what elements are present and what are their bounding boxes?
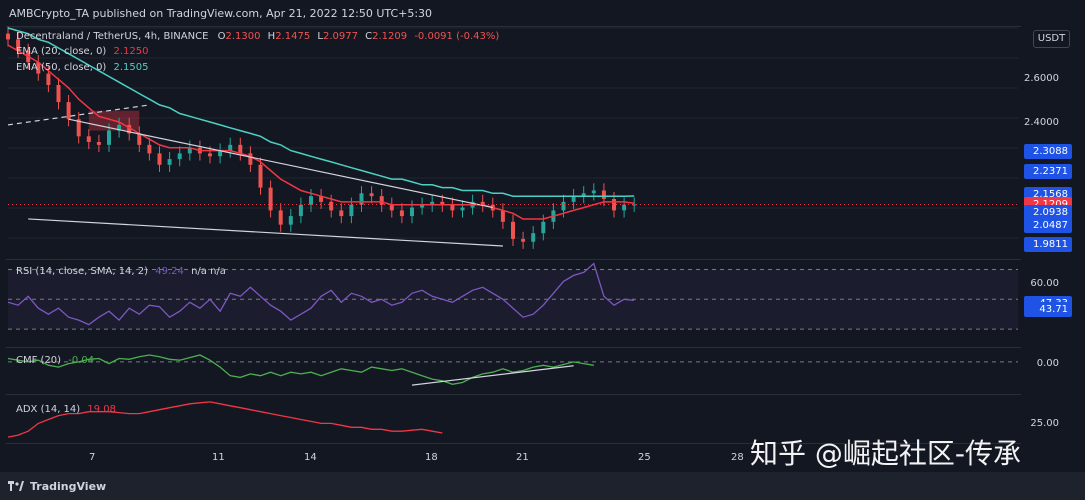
adx-legend: ADX (14, 14) 19.08 [16, 404, 116, 415]
candle-body [107, 130, 111, 145]
candle-body [6, 33, 10, 40]
candle-body [339, 210, 344, 217]
ema20-legend: EMA (20, close, 0) 2.1250 [16, 46, 149, 57]
candle-body [399, 210, 404, 217]
candle-body [248, 153, 253, 165]
ema50-value: 2.1505 [113, 62, 149, 73]
ema50-label: EMA (50, close, 0) [16, 62, 107, 73]
price-tick-2400: 2.4000 [1024, 117, 1059, 128]
price-pane [6, 26, 1018, 249]
candle-body [157, 153, 162, 165]
x-axis-label: 11 [212, 452, 225, 463]
candle-body [46, 73, 51, 85]
open-value: 2.1300 [225, 31, 261, 42]
candle-body [298, 204, 303, 217]
candle-body [450, 204, 455, 211]
candle-body [359, 193, 364, 205]
price-badge: 2.3088 [1024, 143, 1072, 159]
ema20-label: EMA (20, close, 0) [16, 46, 107, 57]
candle-body [288, 216, 293, 225]
brand-label: TradingView [30, 480, 107, 493]
candle-body [349, 204, 354, 217]
cmf-line [7, 354, 594, 385]
candle-body [561, 201, 566, 211]
cmf-tick-0: 0.00 [1036, 358, 1059, 369]
close-value: 2.1209 [372, 31, 408, 42]
chart-canvas[interactable] [0, 0, 1085, 500]
candle-body [601, 190, 606, 199]
x-axis-label: 21 [516, 452, 529, 463]
candle-body [147, 144, 152, 154]
cmf-legend: CMF (20) -0.04 [16, 355, 94, 366]
candle-body [208, 153, 212, 157]
cmf-pane [7, 354, 1018, 386]
candle-body [591, 190, 596, 194]
candle-body [137, 133, 142, 145]
cmf-value: -0.04 [68, 355, 95, 366]
candle-body [86, 136, 91, 142]
high-value: 2.1475 [275, 31, 311, 42]
rsi-value: 49.24 [155, 266, 184, 277]
candle-body [500, 210, 505, 222]
footer-bar: TradingView [0, 472, 1085, 500]
candle-body [460, 207, 465, 211]
symbol-label: Decentraland / TetherUS, 4h, BINANCE [16, 31, 209, 42]
x-axis-label: 14 [304, 452, 317, 463]
candle-body [96, 142, 101, 145]
tradingview-logo-icon [8, 481, 24, 491]
candle-body [268, 187, 273, 211]
x-axis-label: 25 [638, 452, 651, 463]
cmf-label: CMF (20) [16, 355, 62, 366]
adx-tick-25: 25.00 [1030, 418, 1059, 429]
price-trendline [68, 118, 493, 209]
candle-body [258, 164, 263, 188]
tradingview-brand[interactable]: TradingView [8, 480, 106, 493]
candle-body [56, 85, 61, 103]
candle-body [511, 221, 515, 239]
rsi-legend: RSI (14, close, SMA, 14, 2) 49.24 n/a n/… [16, 266, 226, 277]
rsi-extra: n/a n/a [191, 266, 226, 277]
change-value: -0.0091 (-0.43%) [414, 31, 500, 42]
rsi-tick-60: 60.00 [1030, 278, 1059, 289]
candle-body [369, 193, 374, 197]
x-axis-label: 18 [425, 452, 438, 463]
adx-value: 19.08 [87, 404, 117, 415]
candle-body [238, 144, 243, 154]
symbol-legend: Decentraland / TetherUS, 4h, BINANCE O2.… [16, 31, 499, 42]
watermark-text: 知乎 @崛起社区-传承 [750, 437, 1022, 470]
ema50-legend: EMA (50, close, 0) 2.1505 [16, 62, 149, 73]
ema20-value: 2.1250 [113, 46, 149, 57]
low-value: 2.0977 [322, 31, 358, 42]
candle-body [177, 153, 182, 160]
candle-body [228, 144, 233, 151]
adx-label: ADX (14, 14) [16, 404, 81, 415]
candle-body [541, 221, 546, 234]
candle-body [379, 196, 384, 205]
currency-button[interactable]: USDT [1033, 30, 1070, 48]
candle-body [571, 196, 576, 202]
price-tick-2600: 2.6000 [1024, 73, 1059, 84]
candle-body [167, 159, 172, 165]
chart-root: AMBCrypto_TA published on TradingView.co… [0, 0, 1085, 500]
candle-body [309, 196, 313, 205]
candle-body [622, 204, 627, 211]
price-badge: 2.0487 [1024, 218, 1072, 234]
rsi-label: RSI (14, close, SMA, 14, 2) [16, 266, 149, 277]
candle-body [389, 204, 394, 211]
x-axis-label: 7 [89, 452, 96, 463]
price-badge: 1.9811 [1024, 237, 1072, 253]
candle-body [329, 201, 334, 211]
price-badge: 2.2371 [1024, 164, 1072, 180]
x-axis-label: 28 [731, 452, 744, 463]
candle-body [531, 233, 536, 242]
candle-body [66, 102, 71, 120]
candle-body [410, 207, 414, 217]
rsi-badge: 43.71 [1024, 301, 1072, 317]
cmf-trendline [411, 365, 574, 386]
candle-body [521, 238, 526, 242]
price-trendline [28, 218, 503, 247]
candle-body [278, 210, 283, 225]
